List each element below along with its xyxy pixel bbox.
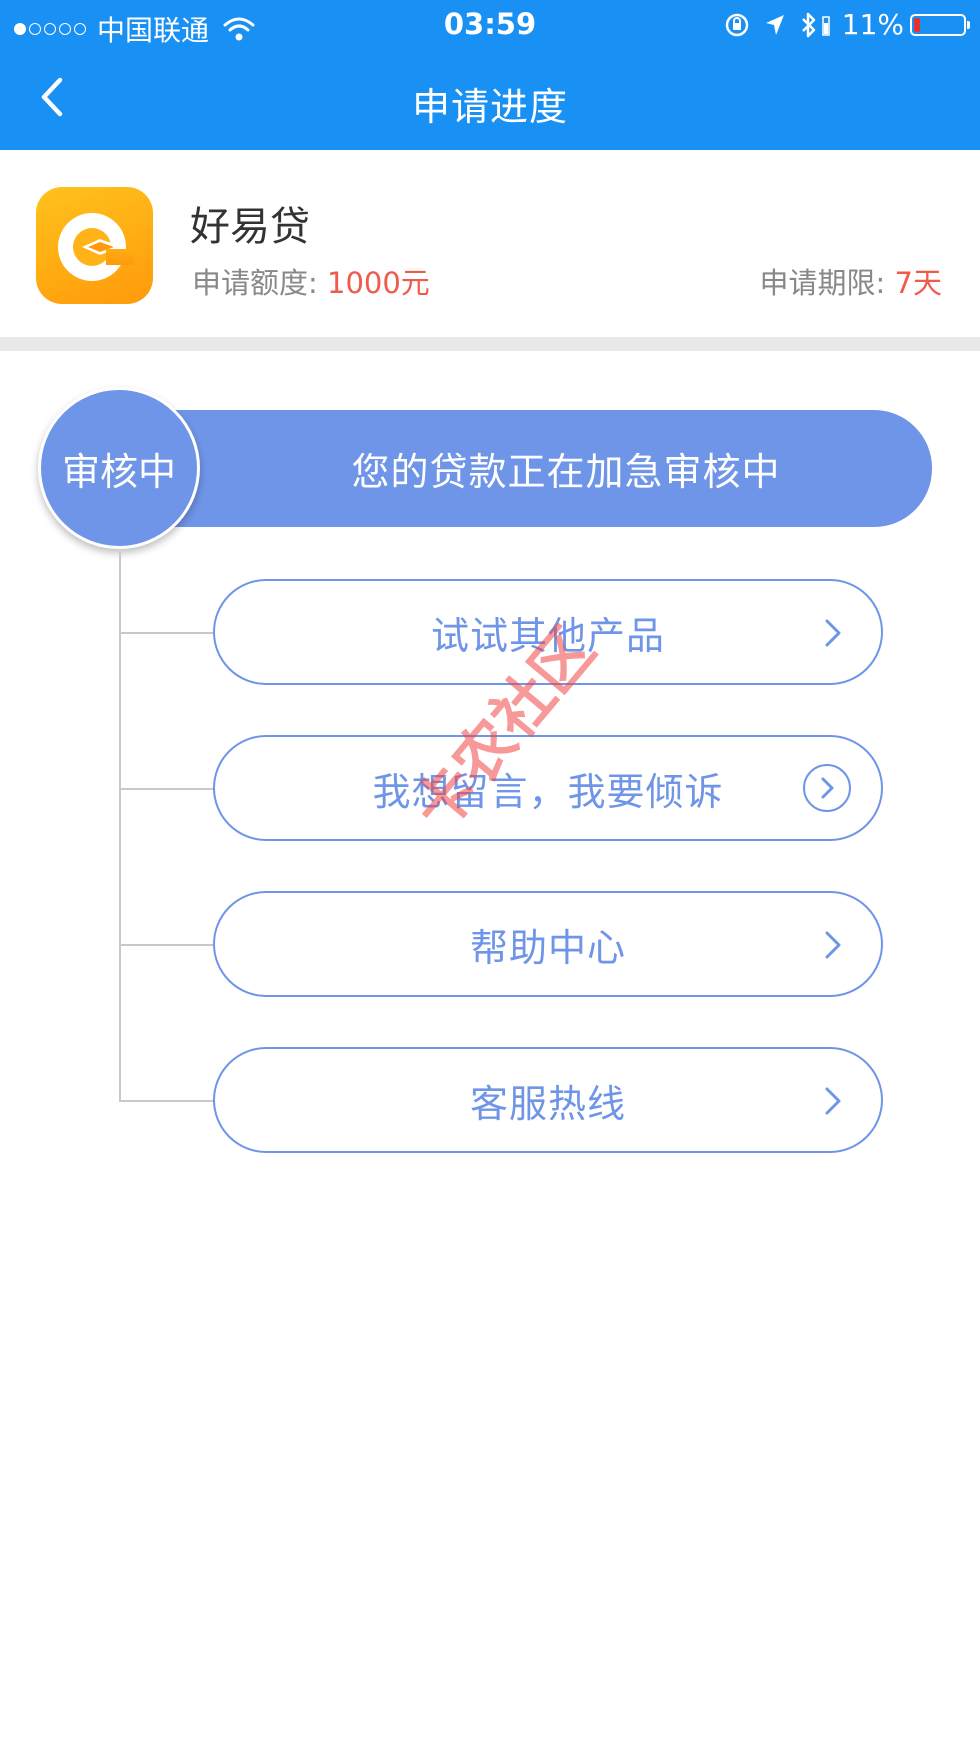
location-icon <box>765 14 784 35</box>
chevron-right-icon <box>825 931 841 959</box>
action-label: 试试其他产品 <box>430 613 665 658</box>
status-badge: 审核中 <box>38 387 200 549</box>
customer-hotline-button[interactable]: 客服热线 <box>213 1047 883 1153</box>
rotation-lock-icon <box>725 13 749 36</box>
nav-bar: 申请进度 <box>0 50 980 150</box>
chevron-right-circle-icon <box>803 764 851 812</box>
amount-value: 1000元 <box>327 266 430 300</box>
tree-connector-1 <box>119 632 215 634</box>
action-label: 帮助中心 <box>469 925 626 970</box>
term-row: 申请期限: 7天 <box>760 260 942 302</box>
product-card: 好易贷 申请额度: 1000元 申请期限: 7天 <box>0 150 980 337</box>
battery-icon <box>910 13 970 36</box>
try-other-products-button[interactable]: 试试其他产品 <box>213 579 883 685</box>
haoyidai-logo-icon <box>36 187 153 304</box>
amount-row: 申请额度: 1000元 <box>192 260 430 302</box>
help-center-button[interactable]: 帮助中心 <box>213 891 883 997</box>
amount-label: 申请额度: <box>192 266 318 300</box>
chevron-right-icon <box>825 619 841 647</box>
bluetooth-icon <box>801 12 816 37</box>
tree-connector-4 <box>119 1100 215 1102</box>
app-header: 中国联通 03:59 11% 申请进度 <box>0 0 980 150</box>
tree-connector-2 <box>119 788 215 790</box>
action-label: 我想留言，我要倾诉 <box>372 769 724 814</box>
section-divider <box>0 337 980 351</box>
product-name: 好易贷 <box>190 204 310 250</box>
term-value: 7天 <box>894 266 942 300</box>
status-bar: 中国联通 03:59 11% <box>0 0 980 50</box>
bluetooth-battery-icon <box>822 15 830 36</box>
action-label: 客服热线 <box>469 1081 626 1126</box>
chevron-right-icon <box>825 1087 841 1115</box>
status-message-banner: 您的贷款正在加急审核中 <box>140 410 932 527</box>
battery-percent: 11% <box>841 8 904 41</box>
term-label: 申请期限: <box>759 266 886 300</box>
leave-message-button[interactable]: 我想留言，我要倾诉 <box>213 735 883 841</box>
tree-connector-vertical <box>119 552 121 1102</box>
status-right: 11% <box>710 8 970 41</box>
page-title: 申请进度 <box>411 85 568 129</box>
tree-connector-3 <box>119 944 215 946</box>
